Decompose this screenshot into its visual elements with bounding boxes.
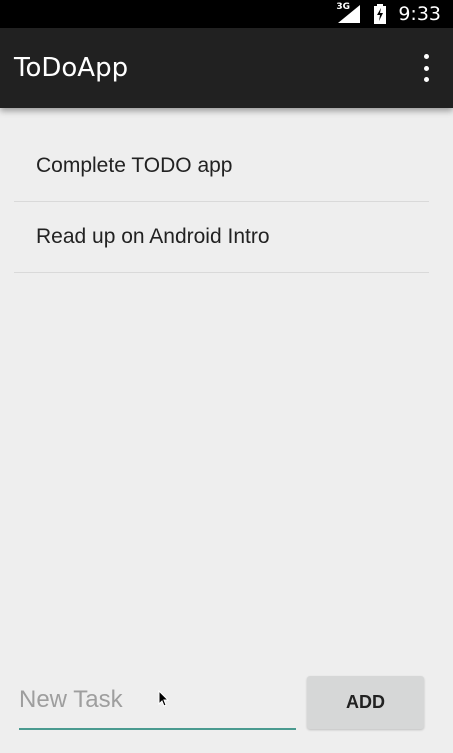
input-underline bbox=[19, 728, 296, 730]
status-icons: 3G 9:33 bbox=[336, 0, 453, 28]
menu-dot bbox=[423, 54, 429, 59]
add-button[interactable]: ADD bbox=[307, 676, 424, 729]
app-title: ToDoApp bbox=[14, 53, 129, 83]
signal-icon: 3G bbox=[336, 2, 362, 25]
task-list: Complete TODO app Read up on Android Int… bbox=[14, 131, 429, 273]
app-bar: ToDoApp bbox=[0, 28, 453, 108]
overflow-menu-icon[interactable] bbox=[419, 54, 433, 82]
battery-charging-icon bbox=[374, 4, 387, 24]
mouse-cursor-icon bbox=[158, 690, 170, 707]
status-bar: 3G 9:33 bbox=[0, 0, 453, 28]
status-time: 9:33 bbox=[398, 3, 441, 25]
task-label: Complete TODO app bbox=[36, 154, 233, 177]
menu-dot bbox=[423, 65, 429, 71]
menu-dot bbox=[423, 77, 429, 82]
task-label: Read up on Android Intro bbox=[36, 225, 270, 248]
task-list-item[interactable]: Read up on Android Intro bbox=[14, 202, 429, 273]
task-list-item[interactable]: Complete TODO app bbox=[14, 131, 429, 202]
